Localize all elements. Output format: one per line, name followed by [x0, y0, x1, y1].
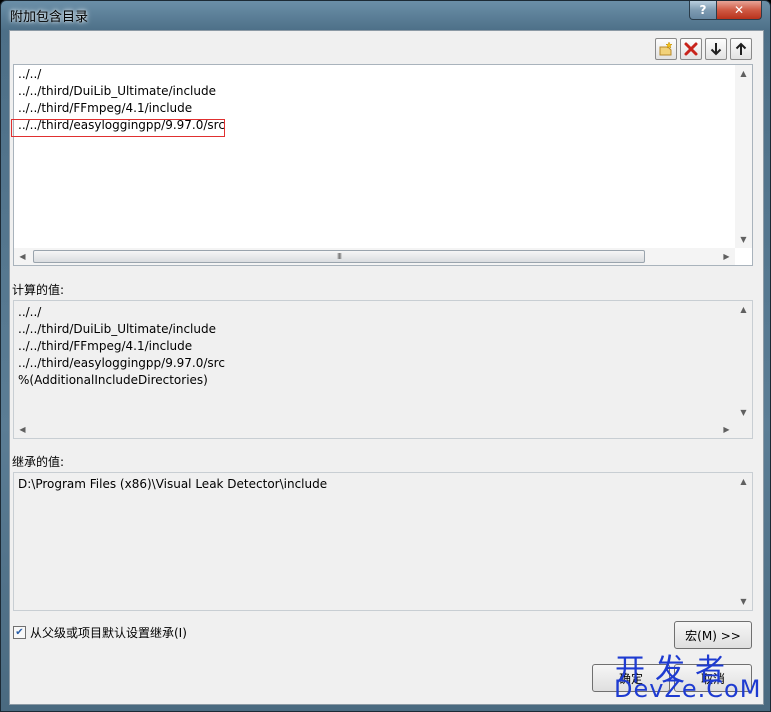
list-vertical-scrollbar[interactable]: ▲ ▼	[735, 65, 752, 248]
computed-horizontal-scrollbar[interactable]: ◀ ▶	[14, 421, 735, 438]
list-item: %(AdditionalIncludeDirectories)	[18, 373, 208, 387]
scroll-down-icon[interactable]: ▼	[735, 231, 752, 248]
list-horizontal-scrollbar[interactable]: ◀ III ▶	[14, 248, 735, 265]
list-item: ../../third/FFmpeg/4.1/include	[18, 339, 193, 353]
scroll-down-icon[interactable]: ▼	[735, 593, 752, 610]
watermark-line-2: DevZe.CoM	[614, 675, 762, 703]
delete-line-button[interactable]	[680, 38, 702, 60]
computed-values-box: ../../ ../../third/DuiLib_Ultimate/inclu…	[13, 300, 753, 439]
include-directory-list[interactable]: ../../ ../../third/DuiLib_Ultimate/inclu…	[13, 64, 753, 266]
scroll-left-icon[interactable]: ◀	[14, 421, 31, 438]
new-line-button[interactable]	[655, 38, 677, 60]
move-down-button[interactable]	[705, 38, 727, 60]
list-item: D:\Program Files (x86)\Visual Leak Detec…	[18, 477, 328, 491]
computed-values-label: 计算的值:	[12, 283, 65, 297]
inherited-values-label: 继承的值:	[12, 455, 65, 469]
highlight-box	[11, 119, 225, 137]
close-icon: ✕	[733, 3, 745, 17]
computed-values-rows: ../../ ../../third/DuiLib_Ultimate/inclu…	[18, 304, 225, 389]
scroll-right-icon[interactable]: ▶	[718, 248, 735, 265]
inherited-values-rows: D:\Program Files (x86)\Visual Leak Detec…	[18, 476, 327, 493]
move-down-icon	[710, 43, 722, 56]
close-button[interactable]: ✕	[716, 1, 762, 20]
scroll-left-icon[interactable]: ◀	[14, 248, 31, 265]
scroll-up-icon[interactable]: ▲	[735, 65, 752, 82]
delete-icon	[684, 42, 698, 56]
list-item[interactable]: ../../third/FFmpeg/4.1/include	[18, 100, 225, 117]
list-item: ../../	[18, 305, 42, 319]
inherit-checkbox-label: 从父级或项目默认设置继承(I)	[30, 626, 187, 640]
scroll-down-icon[interactable]: ▼	[735, 404, 752, 421]
inherited-vertical-scrollbar[interactable]: ▲ ▼	[735, 473, 752, 610]
title-bar[interactable]: 附加包含目录 ? ✕	[1, 1, 770, 29]
scroll-up-icon[interactable]: ▲	[735, 473, 752, 490]
window-title: 附加包含目录	[10, 10, 89, 25]
list-item: ../../third/DuiLib_Ultimate/include	[18, 322, 216, 336]
list-item[interactable]: ../../third/DuiLib_Ultimate/include	[18, 83, 225, 100]
scroll-up-icon[interactable]: ▲	[735, 301, 752, 318]
inherit-checkbox-row[interactable]: ✔ 从父级或项目默认设置继承(I)	[13, 624, 187, 641]
help-button[interactable]: ?	[689, 1, 717, 20]
watermark-logo: 开发者 DevZe.CoM	[590, 645, 765, 707]
list-item[interactable]: ../../	[18, 66, 225, 83]
move-up-icon	[735, 42, 747, 55]
new-line-icon	[659, 41, 673, 56]
computed-vertical-scrollbar[interactable]: ▲ ▼	[735, 301, 752, 421]
list-item: ../../third/easyloggingpp/9.97.0/src	[18, 356, 225, 370]
scroll-right-icon[interactable]: ▶	[718, 421, 735, 438]
move-up-button[interactable]	[730, 38, 752, 60]
help-icon: ?	[699, 3, 707, 17]
inherited-values-box: D:\Program Files (x86)\Visual Leak Detec…	[13, 472, 753, 611]
inherit-checkbox[interactable]: ✔	[13, 626, 26, 639]
scroll-thumb[interactable]: III	[33, 250, 645, 263]
